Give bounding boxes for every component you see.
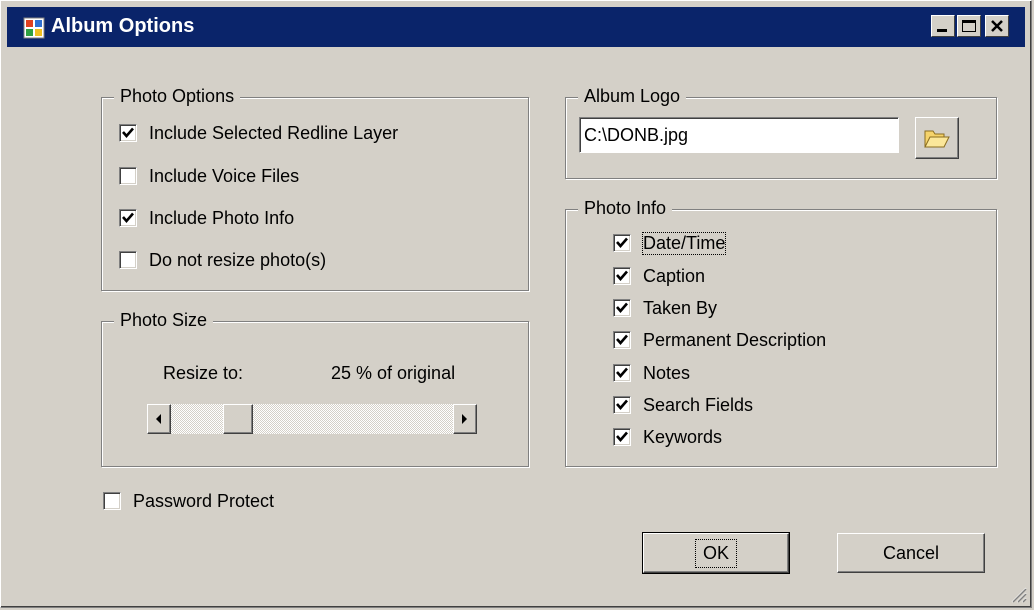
checkbox-label: Do not resize photo(s): [149, 249, 327, 270]
resize-to-label: Resize to:: [163, 363, 244, 383]
cancel-button-label: Cancel: [882, 542, 940, 563]
maximize-button[interactable]: [957, 15, 981, 37]
checkbox-box[interactable]: [119, 167, 137, 185]
checkbox-box[interactable]: [119, 209, 137, 227]
photo-info-takenby-checkbox[interactable]: Taken By: [613, 296, 717, 320]
checkmark-icon: [122, 212, 134, 223]
slider-track[interactable]: [171, 404, 453, 434]
photo-size-legend: Photo Size: [114, 310, 214, 331]
photo-info-permanent-description-checkbox[interactable]: Permanent Description: [613, 328, 826, 352]
minimize-button[interactable]: [931, 15, 955, 37]
checkbox-label: Include Photo Info: [149, 207, 295, 228]
ok-button-label: OK: [694, 538, 738, 568]
arrow-right-icon: [462, 414, 467, 424]
checkbox-box[interactable]: [613, 428, 631, 446]
title-bar[interactable]: Album Options: [7, 7, 1025, 47]
photo-info-keywords-checkbox[interactable]: Keywords: [613, 425, 722, 449]
slider-left-arrow-button[interactable]: [147, 404, 171, 434]
checkbox-label: Date/Time: [641, 231, 727, 255]
checkbox-label: Include Voice Files: [149, 165, 300, 186]
checkmark-icon: [616, 270, 628, 281]
maximize-icon: [962, 20, 976, 32]
checkbox-box[interactable]: [613, 364, 631, 382]
slider-thumb[interactable]: [223, 404, 253, 434]
checkmark-icon: [122, 127, 134, 138]
checkbox-label: Notes: [643, 362, 691, 383]
photo-info-datetime-checkbox[interactable]: Date/Time: [613, 231, 727, 255]
checkbox-box[interactable]: [119, 251, 137, 269]
include-photo-info-checkbox[interactable]: Include Photo Info: [119, 206, 294, 230]
include-redline-checkbox[interactable]: Include Selected Redline Layer: [119, 121, 398, 145]
checkbox-box[interactable]: [119, 124, 137, 142]
window-title: Album Options: [51, 15, 195, 37]
include-voice-files-checkbox[interactable]: Include Voice Files: [119, 164, 299, 188]
checkbox-box[interactable]: [103, 492, 121, 510]
checkbox-label: Permanent Description: [643, 329, 827, 350]
cancel-button[interactable]: Cancel: [837, 533, 985, 573]
ok-button[interactable]: OK: [642, 532, 790, 574]
checkmark-icon: [616, 399, 628, 410]
checkbox-label: Password Protect: [133, 490, 275, 511]
checkbox-box[interactable]: [613, 396, 631, 414]
checkbox-box[interactable]: [613, 267, 631, 285]
resize-slider[interactable]: [147, 404, 477, 434]
photo-info-caption-checkbox[interactable]: Caption: [613, 264, 705, 288]
checkmark-icon: [616, 237, 628, 248]
do-not-resize-checkbox[interactable]: Do not resize photo(s): [119, 248, 326, 272]
close-button[interactable]: [985, 15, 1009, 37]
checkbox-label: Taken By: [643, 297, 718, 318]
photo-info-search-fields-checkbox[interactable]: Search Fields: [613, 393, 753, 417]
photo-info-legend: Photo Info: [578, 198, 673, 219]
arrow-left-icon: [156, 414, 161, 424]
resize-grip-icon[interactable]: [1009, 585, 1027, 603]
checkbox-label: Search Fields: [643, 394, 754, 415]
photo-size-group: Photo Size: [101, 310, 529, 467]
album-options-dialog: Album Options Photo Options Include Sele…: [0, 0, 1032, 608]
close-icon: [991, 20, 1003, 32]
checkbox-box[interactable]: [613, 299, 631, 317]
folder-open-icon: [924, 130, 950, 148]
app-icon: [23, 17, 45, 39]
resize-percent-text: 25 % of original: [331, 363, 456, 383]
checkbox-box[interactable]: [613, 234, 631, 252]
checkmark-icon: [616, 334, 628, 345]
photo-info-notes-checkbox[interactable]: Notes: [613, 361, 690, 385]
checkmark-icon: [616, 431, 628, 442]
photo-options-legend: Photo Options: [114, 86, 241, 107]
checkbox-label: Keywords: [643, 426, 723, 447]
checkmark-icon: [616, 302, 628, 313]
minimize-icon: [937, 29, 947, 32]
password-protect-checkbox[interactable]: Password Protect: [103, 489, 274, 513]
album-logo-legend: Album Logo: [578, 86, 687, 107]
checkbox-box[interactable]: [613, 331, 631, 349]
logo-path-input[interactable]: [579, 117, 899, 153]
checkbox-label: Caption: [643, 265, 706, 286]
checkmark-icon: [616, 367, 628, 378]
checkbox-label: Include Selected Redline Layer: [149, 122, 399, 143]
browse-logo-button[interactable]: [915, 117, 959, 159]
slider-right-arrow-button[interactable]: [453, 404, 477, 434]
